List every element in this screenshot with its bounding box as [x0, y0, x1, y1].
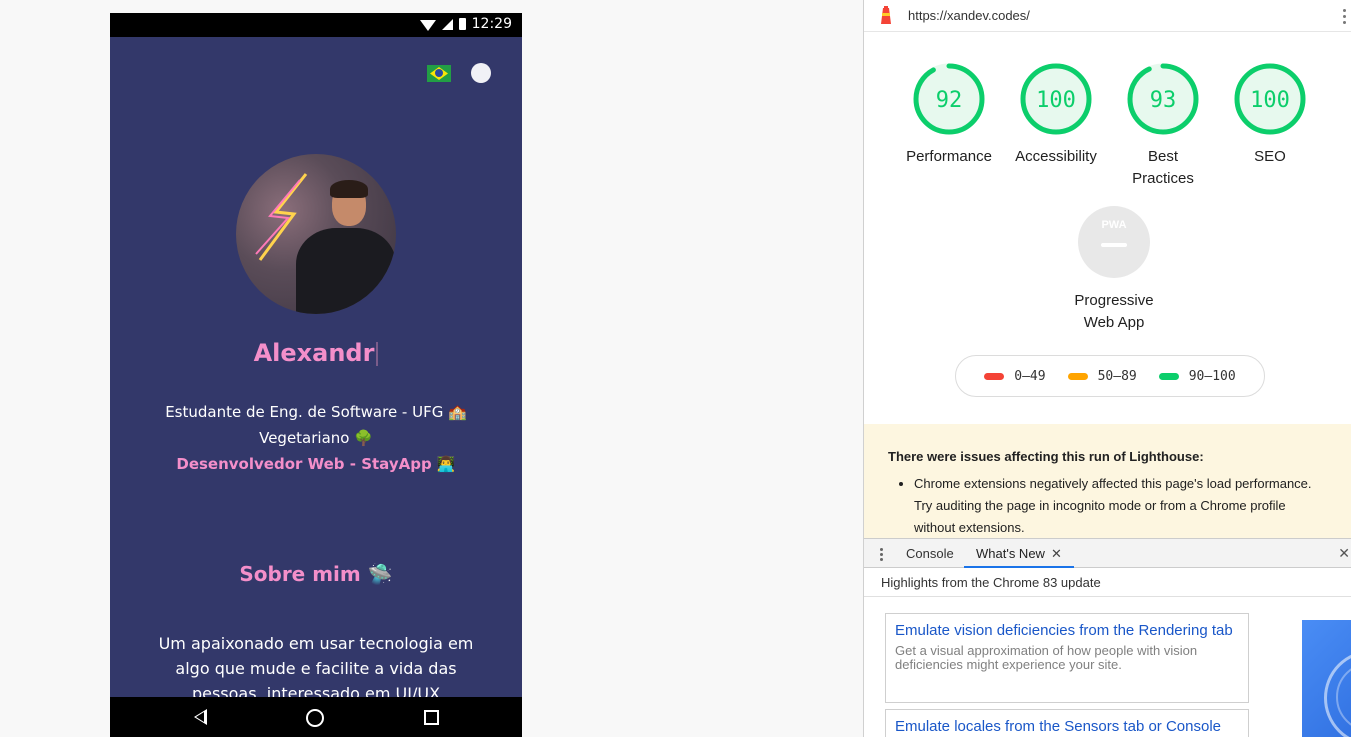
android-nav-bar — [110, 697, 522, 737]
gauge-label: Performance — [906, 148, 992, 165]
cell-signal-icon — [441, 18, 453, 30]
bio-line-diet: Vegetariano 🌳 — [259, 429, 373, 447]
gauge-seo[interactable]: 100 SEO — [1215, 62, 1325, 168]
status-time: 12:29 — [471, 16, 512, 32]
legend-range: 50–89 — [1097, 368, 1137, 384]
gauge-label: Best Practices — [1132, 148, 1194, 187]
audited-url[interactable]: https://xandev.codes/ — [908, 8, 1030, 23]
person-body — [296, 228, 396, 314]
about-text: Um apaixonado em usar tecnologia em algo… — [158, 634, 474, 703]
lighthouse-url-bar: https://xandev.codes/ — [864, 0, 1351, 32]
avatar — [236, 154, 396, 314]
devtools-panel: https://xandev.codes/ 92 Performance 100… — [863, 0, 1351, 737]
gauge-label: SEO — [1254, 148, 1286, 165]
legend-swatch-green — [1158, 372, 1179, 380]
gauge-ring: 100 — [1020, 63, 1092, 135]
drawer-close-icon[interactable]: ✕ — [1338, 545, 1350, 562]
tab-whats-new-label: What's New — [976, 546, 1045, 561]
legend-range: 90–100 — [1188, 368, 1236, 384]
pwa-label: Progressive Web App — [1074, 292, 1154, 331]
whats-new-card[interactable]: Emulate vision deficiencies from the Ren… — [885, 613, 1249, 703]
theme-toggle-button[interactable] — [471, 63, 491, 83]
gauge-score: 93 — [1150, 88, 1177, 113]
status-bar: 12:29 — [110, 13, 522, 37]
gauge-ring: 100 — [1234, 63, 1306, 135]
home-icon[interactable] — [306, 709, 324, 727]
gauge-score: 100 — [1036, 88, 1076, 113]
legend-item-pass: 90–100 — [1158, 368, 1236, 384]
person-hair — [330, 180, 368, 198]
legend-range: 0–49 — [1014, 368, 1046, 384]
typing-cursor — [376, 342, 379, 366]
about-section-title: Sobre mim 🛸 — [239, 562, 393, 586]
tab-console[interactable]: Console — [906, 546, 954, 561]
close-icon[interactable]: ✕ — [1051, 546, 1062, 561]
bio-line-education: Estudante de Eng. de Software - UFG 🏫 — [165, 403, 467, 421]
pwa-dash — [1101, 243, 1127, 247]
whats-new-card[interactable]: Emulate locales from the Sensors tab or … — [885, 709, 1249, 737]
card-link[interactable]: Emulate locales from the Sensors tab or … — [895, 714, 1239, 737]
drawer-tab-bar: Console What's New ✕ ✕ — [864, 538, 1351, 568]
recent-apps-icon[interactable] — [424, 710, 439, 725]
lighthouse-warning: There were issues affecting this run of … — [864, 424, 1351, 538]
card-description: Get a visual approximation of how people… — [895, 643, 1198, 672]
legend-swatch-orange — [1067, 372, 1088, 380]
gauge-pwa[interactable]: PWA Progressive Web App — [1059, 206, 1169, 334]
gauge-ring: 93 — [1127, 63, 1199, 135]
drawer-menu-icon[interactable] — [880, 546, 883, 563]
gauge-performance[interactable]: 92 Performance — [894, 62, 1004, 168]
gauge-score: 92 — [936, 88, 963, 113]
warning-item: Chrome extensions negatively affected th… — [914, 473, 1328, 539]
highlights-header: Highlights from the Chrome 83 update — [864, 568, 1351, 597]
phone-screen: 12:29 Alexandr Estudante de Eng. de Soft… — [110, 13, 522, 737]
legend-swatch-red — [984, 372, 1005, 380]
brazil-flag-icon[interactable] — [427, 65, 451, 82]
bio-line-job[interactable]: Desenvolvedor Web - StayApp 👨‍💻 — [110, 451, 522, 477]
gauge-best-practices[interactable]: 93 Best Practices — [1108, 62, 1218, 190]
chrome-update-promo-image — [1302, 620, 1351, 737]
gauge-accessibility[interactable]: 100 Accessibility — [1001, 62, 1111, 168]
wifi-icon — [419, 19, 436, 31]
pwa-badge-text: PWA — [1101, 219, 1127, 231]
score-legend: 0–49 50–89 90–100 — [955, 355, 1265, 397]
profile-name: Alexandr — [110, 339, 522, 367]
more-options-icon[interactable] — [1343, 6, 1346, 27]
gauge-score: 100 — [1250, 88, 1290, 113]
battery-icon — [458, 18, 466, 30]
gauge-ring: 92 — [913, 63, 985, 135]
tab-whats-new[interactable]: What's New ✕ — [964, 539, 1074, 568]
legend-item-fail: 0–49 — [984, 368, 1046, 384]
profile-bio: Estudante de Eng. de Software - UFG 🏫 Ve… — [110, 399, 522, 477]
gauge-label: Accessibility — [1015, 148, 1097, 165]
card-link[interactable]: Emulate vision deficiencies from the Ren… — [895, 618, 1239, 644]
lighthouse-icon — [881, 6, 891, 24]
back-icon[interactable] — [194, 709, 207, 725]
legend-item-average: 50–89 — [1067, 368, 1137, 384]
pwa-badge-icon: PWA — [1078, 206, 1150, 278]
warning-title: There were issues affecting this run of … — [888, 449, 1204, 464]
